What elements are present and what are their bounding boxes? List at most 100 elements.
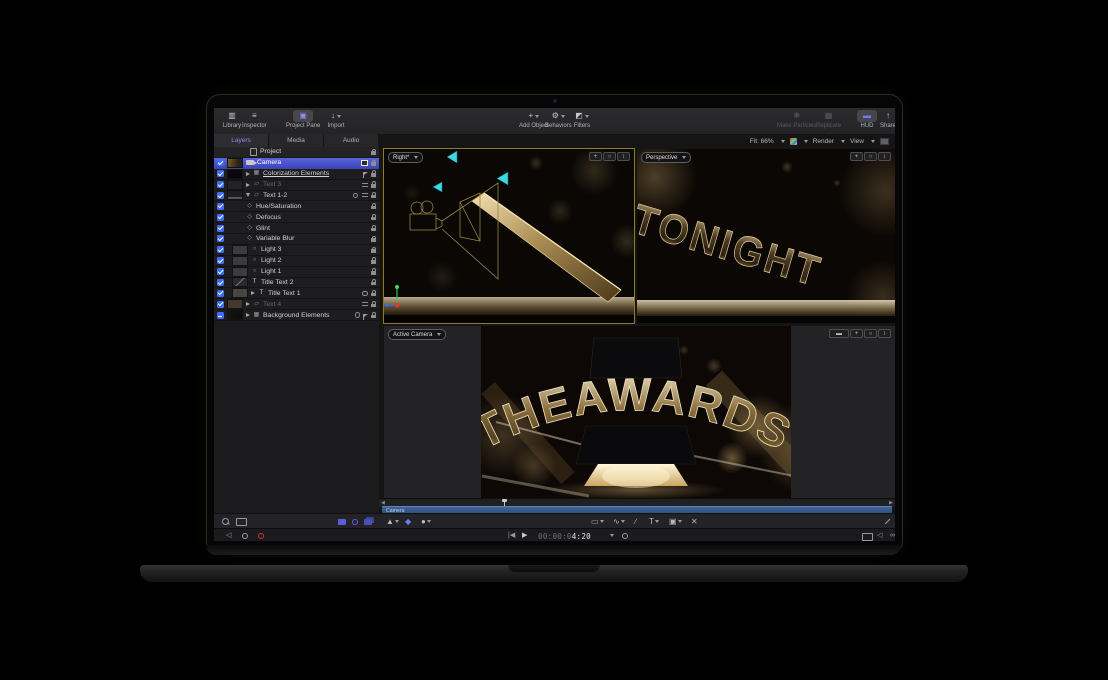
lock-icon[interactable] [371, 184, 376, 188]
library-button[interactable]: ▥ Library [222, 110, 242, 129]
checkbox[interactable] [217, 279, 224, 286]
transform-3d-tool[interactable]: ◆ [405, 517, 411, 527]
layer-row-glint[interactable]: ◇ Glint [214, 223, 379, 234]
checkbox[interactable] [217, 257, 224, 264]
line-tool[interactable]: ∕ [635, 517, 636, 527]
timeline-end-marker[interactable]: ▶ [889, 501, 893, 506]
audio-mute-icon[interactable]: ◁ [226, 531, 231, 540]
orbit-tool-icon[interactable]: ○ [603, 152, 616, 161]
bezier-tool[interactable]: ∿ [613, 517, 625, 527]
dolly-tool-icon[interactable]: ↕ [878, 329, 891, 338]
layer-row-title-text-1[interactable]: T Title Text 1 [214, 288, 379, 299]
view-pan-tool[interactable]: ● [421, 517, 431, 527]
checkbox[interactable] [217, 268, 224, 275]
record-icon[interactable] [258, 533, 264, 539]
filmstrip-icon[interactable] [236, 518, 247, 526]
tab-layers[interactable]: Layers [214, 134, 269, 147]
checkbox[interactable] [217, 192, 224, 199]
checkbox[interactable] [217, 203, 224, 210]
play-button[interactable]: ▶ [522, 531, 527, 540]
search-icon[interactable] [222, 518, 229, 525]
viewport-perspective-menu[interactable]: Perspective [641, 152, 691, 163]
import-button[interactable]: ↓ Import [326, 110, 346, 129]
layer-row-project[interactable]: Project [214, 147, 379, 158]
duration-clock-icon[interactable] [622, 533, 628, 539]
select-tool[interactable]: ▲ [386, 517, 399, 527]
layer-row-light-3[interactable]: ○ Light 3 [214, 245, 379, 256]
inspector-button[interactable]: ≡ Inspector [242, 110, 267, 129]
layer-row-camera[interactable]: Camera [214, 158, 379, 169]
lock-icon[interactable] [371, 260, 376, 264]
layer-row-background-elements[interactable]: ▦ Background Elements [214, 310, 379, 321]
lock-icon[interactable] [371, 282, 376, 286]
checkbox[interactable] [217, 235, 224, 242]
layer-row-text-4[interactable]: ▱ Text 4 [214, 299, 379, 310]
lock-icon[interactable] [371, 206, 376, 210]
dolly-tool-icon[interactable]: ↕ [617, 152, 630, 161]
layer-row-light-2[interactable]: ○ Light 2 [214, 256, 379, 267]
checkbox[interactable] [217, 181, 224, 188]
layer-row-defocus[interactable]: ◇ Defocus [214, 212, 379, 223]
render-menu[interactable]: Render [813, 138, 834, 145]
show-behaviors-toggle-icon[interactable] [352, 519, 358, 525]
project-pane-button[interactable]: ▣ Project Pane [286, 110, 320, 129]
show-layers-toggle-icon[interactable] [338, 519, 346, 525]
lock-icon[interactable] [371, 315, 376, 319]
viewport-perspective[interactable]: Perspective + ○ ↕ [637, 149, 895, 323]
tab-audio[interactable]: Audio [324, 134, 379, 147]
orbit-tool-icon[interactable]: ○ [864, 152, 877, 161]
fit-zoom-control[interactable]: Fit: 66% [750, 138, 774, 145]
disclosure-icon[interactable] [246, 183, 250, 187]
view-menu[interactable]: View [850, 138, 864, 145]
disclosure-icon[interactable] [246, 313, 250, 317]
layer-row-text-1-2[interactable]: ▱ Text 1-2 [214, 191, 379, 202]
checkbox-mixed[interactable] [217, 312, 224, 319]
layer-row-text-3[interactable]: ▱ Text 3 [214, 180, 379, 191]
show-filters-toggle-icon[interactable] [364, 519, 372, 525]
pan-tool-icon[interactable]: + [850, 329, 863, 338]
layer-row-variable-blur[interactable]: ◇ Variable Blur [214, 234, 379, 245]
keyframe-crosshair-icon[interactable] [242, 533, 248, 539]
text-tool[interactable]: T [649, 517, 659, 527]
output-preview-icon[interactable] [862, 533, 873, 541]
image-mask-tool[interactable]: ▣ [669, 517, 682, 527]
checkbox[interactable] [217, 290, 224, 297]
checkbox[interactable] [217, 301, 224, 308]
layout-grid-icon[interactable] [880, 138, 889, 145]
timecode-display[interactable]: 00:00:04:20 [538, 532, 591, 541]
channels-icon[interactable] [790, 138, 797, 145]
timeline-start-marker[interactable]: ◀ [381, 501, 385, 506]
lock-icon[interactable] [371, 162, 376, 166]
layer-row-title-text-2[interactable]: T Title Text 2 [214, 278, 379, 289]
checkbox[interactable] [217, 214, 224, 221]
tab-media[interactable]: Media [269, 134, 324, 147]
checkbox[interactable] [217, 170, 224, 177]
checkbox[interactable] [217, 225, 224, 232]
layer-row-light-1[interactable]: ○ Light 1 [214, 267, 379, 278]
hud-button[interactable]: ▬ HUD [857, 110, 877, 129]
disclosure-icon[interactable] [246, 302, 250, 306]
camera-select-icon[interactable]: ▬ [829, 329, 849, 338]
pan-tool-icon[interactable]: + [850, 152, 863, 161]
dolly-tool-icon[interactable]: ↕ [878, 152, 891, 161]
lock-icon[interactable] [371, 195, 376, 199]
resize-handle-icon[interactable] [883, 518, 891, 526]
viewport-active-camera[interactable]: Active Camera ▬ + ○ ↕ [384, 326, 895, 498]
lock-icon[interactable] [371, 228, 376, 232]
rectangle-tool[interactable]: ▭ [591, 517, 604, 527]
lock-icon[interactable] [371, 271, 376, 275]
disclosure-icon-open[interactable] [246, 193, 250, 197]
pan-tool-icon[interactable]: + [589, 152, 602, 161]
shear-tool[interactable]: ✕ [691, 517, 698, 527]
layer-row-colorization-elements[interactable]: ▦ Colorization Elements [214, 169, 379, 180]
camera-checkbox[interactable] [217, 159, 224, 166]
lock-icon[interactable] [371, 238, 376, 242]
go-to-start-button[interactable]: |◀ [508, 531, 515, 540]
viewport-right[interactable]: Right* + ○ ↕ [384, 149, 634, 323]
disclosure-icon[interactable] [251, 291, 255, 295]
timecode-menu-icon[interactable] [610, 534, 614, 537]
behaviors-button[interactable]: ⚙ Behaviors [545, 110, 572, 129]
lock-icon[interactable] [371, 249, 376, 253]
loop-icon[interactable]: ∞ [890, 531, 895, 540]
checkbox[interactable] [217, 246, 224, 253]
